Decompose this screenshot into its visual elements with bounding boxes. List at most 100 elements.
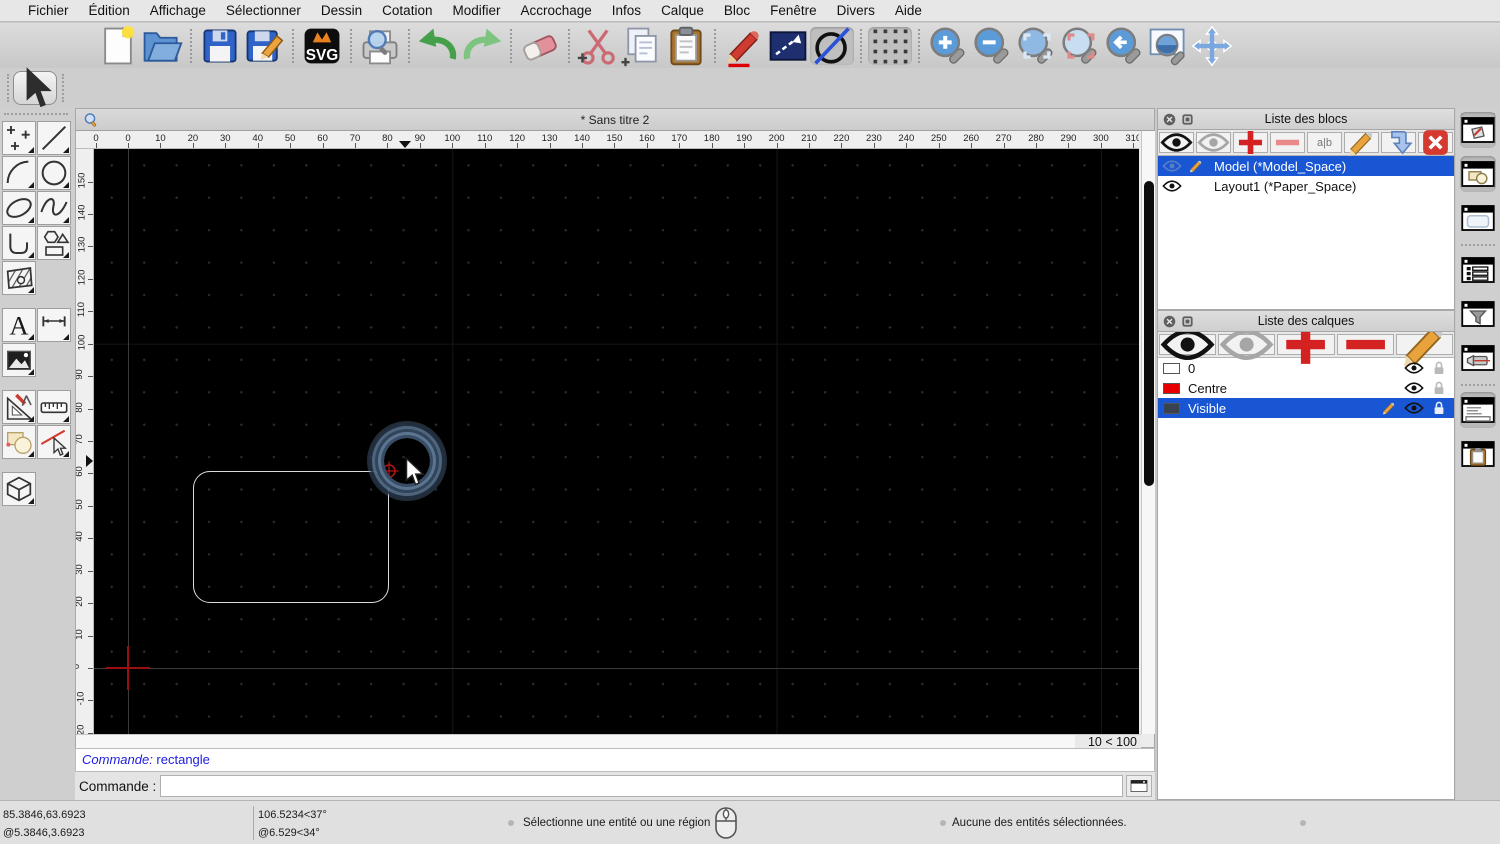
tool-arc-button[interactable] xyxy=(2,156,36,190)
layer-list-item[interactable]: 0 xyxy=(1158,358,1454,378)
menu-cotation[interactable]: Cotation xyxy=(372,3,442,18)
menu-fenetre[interactable]: Fenêtre xyxy=(760,3,827,18)
layer-list-item[interactable]: Visible xyxy=(1158,398,1454,418)
tool-construct-button[interactable] xyxy=(2,425,36,459)
menu-calque[interactable]: Calque xyxy=(651,3,714,18)
win-filter-toggle-button[interactable] xyxy=(1460,296,1496,332)
eye-black-button[interactable] xyxy=(1159,132,1194,153)
menu-infos[interactable]: Infos xyxy=(602,3,651,18)
tool-row xyxy=(2,390,72,425)
attributes-pencil-button[interactable] xyxy=(722,27,766,67)
cut-button[interactable] xyxy=(576,27,620,65)
zoom-out-button[interactable] xyxy=(970,26,1014,65)
tool-dimension-button[interactable] xyxy=(37,308,71,342)
insert-arrow-button[interactable] xyxy=(1381,130,1416,155)
win-block-list-toggle-button[interactable] xyxy=(1460,112,1496,148)
save-as-button[interactable] xyxy=(242,27,286,65)
open-folder-button[interactable] xyxy=(140,27,184,65)
tool-spline-button[interactable] xyxy=(37,191,71,225)
zoom-auto-button[interactable] xyxy=(1014,26,1058,65)
block-list-item[interactable]: Model (*Model_Space) xyxy=(1158,156,1454,176)
block-list-item[interactable]: Layout1 (*Paper_Space) xyxy=(1158,176,1454,196)
menu-bloc[interactable]: Bloc xyxy=(714,3,760,18)
tool-image-button[interactable] xyxy=(2,343,36,377)
tool-ellipse-button[interactable] xyxy=(2,191,36,225)
draft-mode-button[interactable] xyxy=(810,26,854,65)
eye-gray-button[interactable] xyxy=(1218,329,1276,360)
grid-toggle-button[interactable] xyxy=(868,26,912,65)
drawing-canvas[interactable] xyxy=(94,149,1139,734)
minus-light-button[interactable] xyxy=(1270,132,1305,153)
paste-button[interactable] xyxy=(664,26,708,65)
selection-tool-button[interactable] xyxy=(13,67,57,107)
eraser-button[interactable] xyxy=(518,27,562,65)
win-library-toggle-button[interactable] xyxy=(1460,156,1496,192)
plus-button[interactable] xyxy=(1277,325,1335,364)
float-panel-icon[interactable] xyxy=(1181,315,1194,328)
menu-dessin[interactable]: Dessin xyxy=(311,3,372,18)
command-input[interactable] xyxy=(160,775,1123,797)
close-icon[interactable] xyxy=(1163,113,1176,126)
tool-polygon-button[interactable] xyxy=(37,226,71,260)
tool-hatch-button[interactable] xyxy=(2,261,36,295)
win-layer-list-toggle-button[interactable] xyxy=(1460,252,1496,288)
tool-modify-button[interactable] xyxy=(2,390,36,424)
redo-button[interactable] xyxy=(460,27,504,65)
submenu-corner-triangle xyxy=(63,217,69,223)
layer-list-item[interactable]: Centre xyxy=(1158,378,1454,398)
zoom-previous-button[interactable] xyxy=(1058,26,1102,65)
tool-text-button[interactable]: A xyxy=(2,308,36,342)
zoom-pan-button[interactable] xyxy=(1190,25,1234,66)
menu-modifier[interactable]: Modifier xyxy=(442,3,510,18)
menu-divers[interactable]: Divers xyxy=(827,3,885,18)
pencil-button[interactable] xyxy=(1344,131,1379,156)
menu-selectionner[interactable]: Sélectionner xyxy=(216,3,311,18)
eraser-icon xyxy=(518,24,562,68)
eye-gray-button[interactable] xyxy=(1196,132,1231,153)
tool-box3d-button[interactable] xyxy=(2,472,36,506)
zoom-window-button[interactable] xyxy=(1146,27,1190,65)
tool-select-entity-button[interactable] xyxy=(37,425,71,459)
win-blank-toggle-button[interactable] xyxy=(1460,200,1496,236)
tool-measure-button[interactable] xyxy=(37,390,71,424)
status-dot xyxy=(1300,820,1306,826)
vertical-scrollbar[interactable] xyxy=(1141,131,1155,734)
tool-circle-button[interactable] xyxy=(37,156,71,190)
win-clipboard-toggle-button[interactable] xyxy=(1460,436,1496,472)
rename-button[interactable]: a|b xyxy=(1307,132,1342,153)
horizontal-scrollbar[interactable]: 10 < 100 xyxy=(76,734,1141,750)
restrict-ortho-button[interactable] xyxy=(766,27,810,65)
close-icon[interactable] xyxy=(1163,315,1176,328)
print-preview-button[interactable] xyxy=(358,27,402,65)
save-button[interactable] xyxy=(198,27,242,65)
undo-button[interactable] xyxy=(416,27,460,65)
command-detach-button[interactable] xyxy=(1126,775,1152,797)
zoom-in-button[interactable] xyxy=(926,26,970,65)
svg-export-button[interactable]: SVG xyxy=(300,27,344,65)
menu-accrochage[interactable]: Accrochage xyxy=(510,3,601,18)
eye-black-button[interactable] xyxy=(1159,329,1217,360)
new-document-button[interactable] xyxy=(96,25,140,65)
menu-aide[interactable]: Aide xyxy=(885,3,932,18)
document-titlebar[interactable]: * Sans titre 2 xyxy=(76,109,1154,131)
copy-button[interactable] xyxy=(620,27,664,66)
menu-affichage[interactable]: Affichage xyxy=(140,3,216,18)
menu-edition[interactable]: Édition xyxy=(79,3,140,18)
ruler-tick xyxy=(88,440,93,442)
drawn-rounded-rectangle[interactable] xyxy=(193,471,389,603)
ruler-tick xyxy=(88,570,93,572)
vertical-scrollbar-thumb[interactable] xyxy=(1144,181,1154,486)
delete-x-button[interactable] xyxy=(1418,130,1453,155)
tool-polyline-button[interactable] xyxy=(2,226,36,260)
win-pen-toggle-button[interactable] xyxy=(1460,340,1496,376)
close-glyph-icon xyxy=(1163,315,1176,328)
win-command-toggle-button[interactable] xyxy=(1460,392,1496,428)
tool-points-button[interactable] xyxy=(2,121,36,155)
float-panel-icon[interactable] xyxy=(1181,113,1194,126)
plus-button[interactable] xyxy=(1233,130,1268,155)
tool-line-button[interactable] xyxy=(37,121,71,155)
minus-red-button[interactable] xyxy=(1336,334,1394,355)
menu-fichier[interactable]: Fichier xyxy=(18,3,79,18)
zoom-back-button[interactable] xyxy=(1102,26,1146,65)
pencil-button[interactable] xyxy=(1395,326,1454,367)
